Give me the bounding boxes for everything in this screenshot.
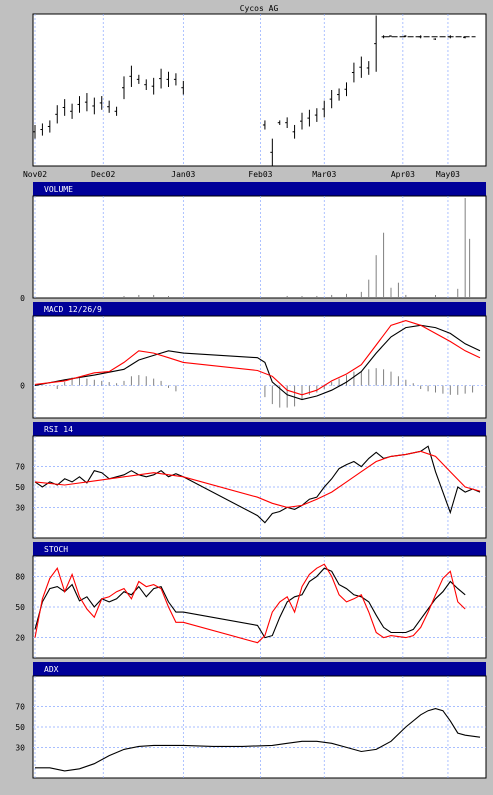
x-tick-label: Jan03	[171, 170, 195, 179]
y-tick-label: 30	[15, 743, 25, 752]
y-tick-label: 70	[15, 463, 25, 472]
adx-y-ticks: 30 50 70	[15, 703, 25, 753]
y-tick-label: 20	[15, 634, 25, 643]
y-tick-label: 50	[15, 603, 25, 612]
x-tick-label: Dec02	[91, 170, 115, 179]
x-tick-label: Mar03	[312, 170, 336, 179]
y-tick-label: 50	[15, 483, 25, 492]
x-tick-label: Nov02	[23, 170, 47, 179]
chart-title: Cycos AG	[240, 4, 279, 13]
volume-title: VOLUME	[44, 185, 73, 194]
y-tick-label: 50	[15, 723, 25, 732]
adx-header-bar	[33, 662, 486, 676]
volume-y-ticks: 0	[20, 294, 25, 303]
x-tick-label: May03	[436, 170, 460, 179]
stoch-panel: STOCH 20 50 80	[15, 542, 487, 659]
macd-y-ticks: 0	[20, 382, 25, 391]
adx-title: ADX	[44, 665, 59, 674]
price-panel: Cycos AG Nov02 Dec02 Jan03 Feb03 Mar03 A…	[23, 4, 487, 179]
y-tick-label: 70	[15, 703, 25, 712]
x-tick-label: Feb03	[248, 170, 272, 179]
rsi-panel: RSI 14 30 50 70	[15, 422, 487, 539]
macd-panel: MACD 12/26/9 0	[20, 302, 487, 419]
rsi-y-ticks: 30 50 70	[15, 463, 25, 513]
rsi-title: RSI 14	[44, 425, 73, 434]
adx-panel: ADX 30 50 70	[15, 662, 487, 779]
rsi-header-bar	[33, 422, 486, 436]
y-tick-label: 80	[15, 572, 25, 581]
volume-header-bar	[33, 182, 486, 196]
volume-panel: VOLUME 0	[20, 182, 487, 303]
stock-chart: Cycos AG Nov02 Dec02 Jan03 Feb03 Mar03 A…	[0, 0, 493, 795]
stoch-header-bar	[33, 542, 486, 556]
macd-plot-area	[32, 315, 487, 419]
volume-plot-area	[32, 195, 487, 299]
y-tick-label: 0	[20, 382, 25, 391]
x-tick-label: Apr03	[391, 170, 415, 179]
stoch-title: STOCH	[44, 545, 68, 554]
macd-title: MACD 12/26/9	[44, 305, 102, 314]
y-tick-label: 30	[15, 503, 25, 512]
y-tick-label: 0	[20, 294, 25, 303]
